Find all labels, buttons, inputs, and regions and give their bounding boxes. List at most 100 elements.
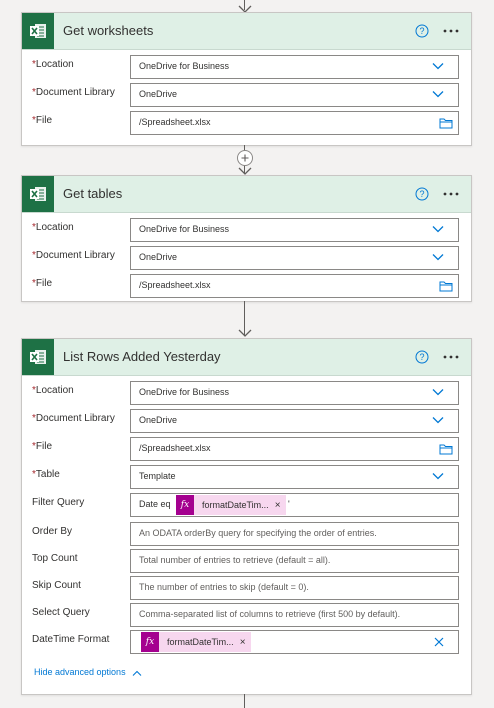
library-label: *Document Library: [32, 250, 115, 261]
file-row: *File /Spreadsheet.xlsx: [22, 437, 471, 461]
library-row: *Document Library OneDrive: [22, 409, 471, 433]
datetime-format-input[interactable]: fx formatDateTim... ×: [130, 630, 459, 654]
chevron-down-icon[interactable]: [432, 472, 444, 480]
card-title[interactable]: List Rows Added Yesterday: [63, 339, 221, 375]
action-card-list-rows[interactable]: List Rows Added Yesterday ? *Location On…: [21, 338, 472, 695]
file-label-text: File: [35, 441, 53, 452]
library-dropdown[interactable]: OneDrive: [130, 246, 459, 270]
location-row: *Location OneDrive for Business: [22, 218, 471, 242]
order-by-label: Order By: [32, 526, 73, 537]
location-label-text: Location: [35, 385, 74, 396]
top-count-label: Top Count: [32, 553, 78, 564]
location-label: *Location: [32, 59, 74, 70]
library-label: *Document Library: [32, 413, 115, 424]
skip-count-input[interactable]: The number of entries to skip (default =…: [130, 576, 459, 600]
library-label-text: Document Library: [35, 87, 115, 98]
chevron-down-icon[interactable]: [432, 416, 444, 424]
library-value: OneDrive: [139, 415, 178, 425]
table-dropdown[interactable]: Template: [130, 465, 459, 489]
filter-query-prefix: Date eq: [139, 499, 171, 509]
chevron-up-icon: [132, 670, 142, 676]
select-query-input[interactable]: Comma-separated list of columns to retri…: [130, 603, 459, 627]
more-icon[interactable]: [441, 350, 461, 364]
expression-token[interactable]: fx formatDateTim... ×: [176, 495, 286, 515]
order-by-placeholder: An ODATA orderBy query for specifying th…: [139, 528, 377, 538]
skip-count-placeholder: The number of entries to skip (default =…: [139, 582, 309, 592]
excel-icon: [22, 176, 54, 212]
file-input[interactable]: /Spreadsheet.xlsx: [130, 274, 459, 298]
location-value: OneDrive for Business: [139, 61, 230, 71]
filter-query-suffix: ': [288, 499, 290, 509]
datetime-format-row: DateTime Format fx formatDateTim... ×: [22, 630, 471, 654]
token-remove-icon[interactable]: ×: [240, 637, 251, 648]
card-title[interactable]: Get worksheets: [63, 13, 153, 49]
file-row: *File /Spreadsheet.xlsx: [22, 274, 471, 298]
filter-query-label: Filter Query: [32, 497, 85, 508]
chevron-down-icon[interactable]: [432, 225, 444, 233]
location-label-text: Location: [35, 222, 74, 233]
select-query-label: Select Query: [32, 607, 90, 618]
arrow-down-icon: [237, 301, 253, 339]
chevron-down-icon[interactable]: [432, 90, 444, 98]
card-header[interactable]: Get tables ?: [22, 176, 471, 213]
card-header[interactable]: Get worksheets ?: [22, 13, 471, 50]
more-icon[interactable]: [441, 24, 461, 38]
card-title[interactable]: Get tables: [63, 176, 122, 212]
excel-icon: [22, 339, 54, 375]
chevron-down-icon[interactable]: [432, 253, 444, 261]
file-row: *File /Spreadsheet.xlsx: [22, 111, 471, 135]
connector-line: [237, 694, 253, 708]
help-glyph: ?: [419, 189, 424, 199]
fx-icon: fx: [141, 632, 159, 652]
library-value: OneDrive: [139, 252, 178, 262]
hide-advanced-options-link[interactable]: Hide advanced options: [34, 667, 142, 677]
datetime-format-label: DateTime Format: [32, 634, 110, 645]
filter-query-input[interactable]: Date eq fx formatDateTim... × ': [130, 493, 459, 517]
location-dropdown[interactable]: OneDrive for Business: [130, 55, 459, 79]
folder-icon[interactable]: [439, 443, 453, 455]
select-query-row: Select Query Comma-separated list of col…: [22, 603, 471, 627]
file-value: /Spreadsheet.xlsx: [139, 280, 211, 290]
skip-count-row: Skip Count The number of entries to skip…: [22, 576, 471, 600]
table-value: Template: [139, 471, 176, 481]
token-remove-icon[interactable]: ×: [275, 500, 286, 511]
plus-circle-icon[interactable]: [237, 150, 253, 166]
location-value: OneDrive for Business: [139, 224, 230, 234]
folder-icon[interactable]: [439, 280, 453, 292]
file-label: *File: [32, 441, 52, 452]
library-value: OneDrive: [139, 89, 178, 99]
library-label: *Document Library: [32, 87, 115, 98]
card-header[interactable]: List Rows Added Yesterday ?: [22, 339, 471, 376]
hide-advanced-options-label: Hide advanced options: [34, 667, 126, 677]
chevron-down-icon[interactable]: [432, 62, 444, 70]
order-by-row: Order By An ODATA orderBy query for spec…: [22, 522, 471, 546]
library-row: *Document Library OneDrive: [22, 246, 471, 270]
help-glyph: ?: [419, 26, 424, 36]
top-count-input[interactable]: Total number of entries to retrieve (def…: [130, 549, 459, 573]
file-input[interactable]: /Spreadsheet.xlsx: [130, 111, 459, 135]
help-glyph: ?: [419, 352, 424, 362]
library-dropdown[interactable]: OneDrive: [130, 83, 459, 107]
library-dropdown[interactable]: OneDrive: [130, 409, 459, 433]
folder-icon[interactable]: [439, 117, 453, 129]
action-card-get-tables[interactable]: Get tables ? *Location OneDrive for Busi…: [21, 175, 472, 302]
location-value: OneDrive for Business: [139, 387, 230, 397]
location-dropdown[interactable]: OneDrive for Business: [130, 218, 459, 242]
location-dropdown[interactable]: OneDrive for Business: [130, 381, 459, 405]
expression-token[interactable]: fx formatDateTim... ×: [141, 632, 251, 652]
close-icon[interactable]: [434, 637, 444, 647]
help-circle-icon[interactable]: ?: [415, 350, 429, 364]
file-value: /Spreadsheet.xlsx: [139, 117, 211, 127]
order-by-input[interactable]: An ODATA orderBy query for specifying th…: [130, 522, 459, 546]
help-circle-icon[interactable]: ?: [415, 24, 429, 38]
file-value: /Spreadsheet.xlsx: [139, 443, 211, 453]
token-label: formatDateTim...: [167, 637, 234, 647]
table-label-text: Table: [35, 469, 60, 480]
file-input[interactable]: /Spreadsheet.xlsx: [130, 437, 459, 461]
chevron-down-icon[interactable]: [432, 388, 444, 396]
action-card-get-worksheets[interactable]: Get worksheets ? *Location OneDrive for …: [21, 12, 472, 146]
help-circle-icon[interactable]: ?: [415, 187, 429, 201]
top-count-placeholder: Total number of entries to retrieve (def…: [139, 555, 331, 565]
more-icon[interactable]: [441, 187, 461, 201]
location-row: *Location OneDrive for Business: [22, 381, 471, 405]
